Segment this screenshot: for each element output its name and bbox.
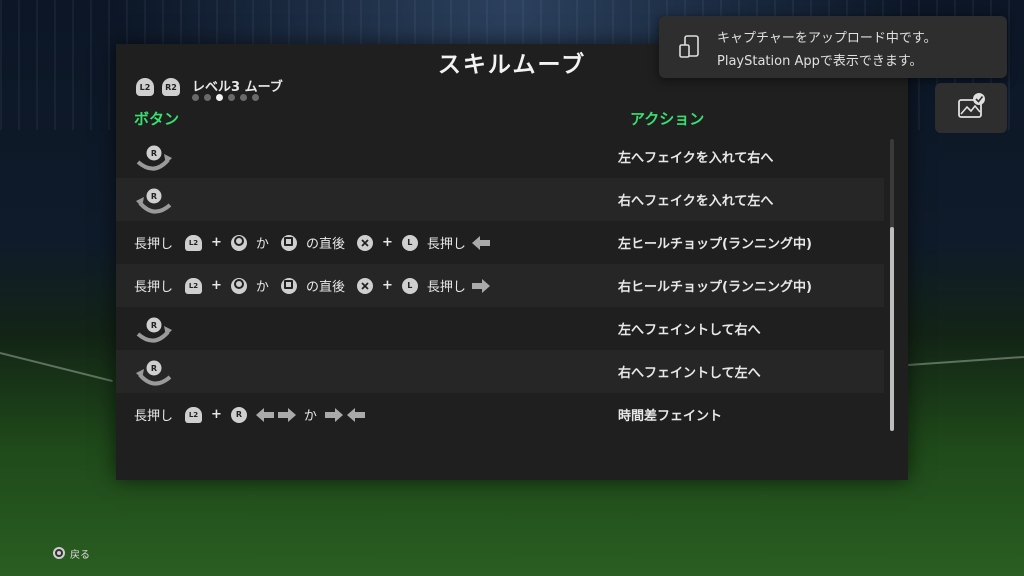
hold-text: 長押し <box>426 280 466 295</box>
action-label: 右へフェイクを入れて左へ <box>618 194 774 209</box>
arrow-left-icon <box>255 407 274 422</box>
svg-text:R: R <box>151 364 157 373</box>
plus-sign: + <box>381 278 393 293</box>
or-text: か <box>255 237 269 252</box>
page-dot <box>240 94 247 101</box>
button-combo: R <box>134 350 174 393</box>
svg-text:R: R <box>151 149 157 158</box>
button-combo: R <box>134 178 174 221</box>
l2-trigger-icon: L2 <box>185 234 203 251</box>
pitch-line <box>0 352 113 383</box>
capture-upload-notification: キャプチャーをアップロード中です。 PlayStation Appで表示できます… <box>659 16 1007 78</box>
hold-text: 長押し <box>426 237 466 252</box>
level-label: レベル3 ムーブ <box>192 80 283 95</box>
action-label: 時間差フェイント <box>618 409 723 424</box>
circle-button-icon <box>230 234 247 251</box>
hold-text: 長押し <box>134 280 174 295</box>
square-button-icon <box>280 277 297 294</box>
back-label: 戻る <box>70 549 90 561</box>
button-combo: 長押し L2 + か の直後 + L 長押し <box>134 264 494 307</box>
arrow-right-icon <box>277 407 296 422</box>
plus-sign: + <box>211 235 222 250</box>
or-text: か <box>303 409 317 424</box>
right-after-text: の直後 <box>305 237 345 252</box>
hold-text: 長押し <box>134 409 174 424</box>
page-dot <box>204 94 211 101</box>
square-button-icon <box>280 234 297 251</box>
l2-trigger-icon: L2 <box>185 277 203 294</box>
notification-line-2: PlayStation Appで表示できます。 <box>717 54 923 69</box>
page-dot <box>228 94 235 101</box>
scrollbar[interactable] <box>890 139 894 431</box>
r2-trigger-icon[interactable]: R2 <box>162 78 180 96</box>
skill-moves-panel: スキルムーブ L2 R2 レベル3 ムーブ ボタン アクション R 左へフェイク… <box>116 44 908 480</box>
skill-row[interactable]: 長押し L2 + か の直後 + L 長押し 左ヒールチョップ(ランニング中) <box>116 221 884 264</box>
arrow-left-icon <box>346 407 365 422</box>
device-upload-icon <box>679 35 699 58</box>
cross-button-icon <box>356 234 373 251</box>
plus-sign: + <box>211 407 222 422</box>
skill-row[interactable]: 長押し L2 + か の直後 + L 長押し 右ヒールチョップ(ランニング中) <box>116 264 884 307</box>
right-after-text: の直後 <box>305 280 345 295</box>
left-stick-icon: L <box>401 277 418 294</box>
l2-trigger-icon[interactable]: L2 <box>136 78 154 96</box>
skill-row[interactable]: R 右へフェイントして左へ <box>116 350 884 393</box>
left-stick-icon: L <box>401 234 418 251</box>
cross-button-icon <box>356 277 373 294</box>
button-combo: 長押し L2 + R か <box>134 393 369 436</box>
page-dot-active <box>216 94 223 101</box>
right-stick-rotate-counterclockwise-icon: R <box>134 183 174 217</box>
back-button[interactable]: 戻る <box>53 544 90 562</box>
right-stick-rotate-counterclockwise-icon: R <box>134 355 174 389</box>
skill-row[interactable]: R 右へフェイクを入れて左へ <box>116 178 884 221</box>
image-check-icon <box>958 93 985 118</box>
page-dot <box>252 94 259 101</box>
pitch-line <box>908 355 1024 367</box>
skill-row[interactable]: R 左へフェイントして右へ <box>116 307 884 350</box>
button-combo: 長押し L2 + か の直後 + L 長押し <box>134 221 494 264</box>
hold-text: 長押し <box>134 237 174 252</box>
button-combo: R <box>134 135 174 178</box>
right-stick-rotate-clockwise-icon: R <box>134 312 174 346</box>
right-stick-icon: R <box>230 406 247 423</box>
action-label: 左ヒールチョップ(ランニング中) <box>618 237 812 252</box>
arrow-left-icon <box>471 235 490 250</box>
scrollbar-thumb[interactable] <box>890 227 894 431</box>
button-combo: R <box>134 307 174 350</box>
plus-sign: + <box>381 235 393 250</box>
action-label: 右ヒールチョップ(ランニング中) <box>618 280 812 295</box>
right-stick-rotate-clockwise-icon: R <box>134 140 174 174</box>
notification-line-1: キャプチャーをアップロード中です。 <box>717 31 937 46</box>
svg-text:R: R <box>151 321 157 330</box>
action-label: 左へフェイクを入れて右へ <box>618 151 774 166</box>
skill-row[interactable]: R 左へフェイクを入れて右へ <box>116 135 884 178</box>
header-action: アクション <box>630 110 705 128</box>
arrow-right-icon <box>324 407 343 422</box>
action-label: 右へフェイントして左へ <box>618 366 761 381</box>
circle-button-icon <box>230 277 247 294</box>
svg-text:R: R <box>151 192 157 201</box>
capture-gallery-button[interactable] <box>935 83 1007 133</box>
page-dot <box>192 94 199 101</box>
or-text: か <box>255 280 269 295</box>
l2-trigger-icon: L2 <box>185 406 203 423</box>
header-button: ボタン <box>134 110 180 128</box>
skill-row[interactable]: 長押し L2 + R か 時間差フェイント <box>116 393 884 436</box>
action-label: 左へフェイントして右へ <box>618 323 761 338</box>
arrow-right-icon <box>471 278 490 293</box>
plus-sign: + <box>211 278 222 293</box>
circle-button-icon <box>53 547 65 559</box>
